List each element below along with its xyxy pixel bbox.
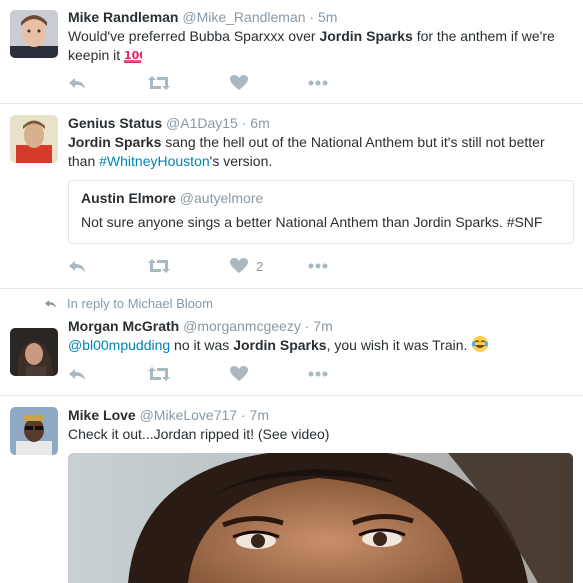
like-button[interactable]: [230, 73, 248, 93]
separator-dot: ·: [240, 407, 246, 423]
retweet-button[interactable]: [148, 73, 170, 93]
quoted-tweet-text: Not sure anyone sings a better National …: [81, 214, 543, 230]
handle[interactable]: @MikeLove717: [140, 407, 238, 423]
tweet: Mike Randleman @Mike_Randleman · 5m Woul…: [0, 0, 583, 104]
reply-icon: [69, 261, 85, 272]
handle[interactable]: @A1Day15: [166, 115, 238, 131]
display-name[interactable]: Genius Status: [68, 115, 162, 131]
timestamp[interactable]: 5m: [318, 9, 337, 25]
reply-button[interactable]: [68, 256, 86, 276]
quoted-tweet-header: Austin Elmore @autyelmore: [81, 190, 263, 206]
more-button[interactable]: [308, 73, 328, 93]
face-with-tears-of-joy-emoji: [471, 335, 489, 358]
hundred-points-emoji: 100: [124, 47, 147, 68]
tweet-text: Check it out...Jordan ripped it! (See vi…: [68, 426, 330, 442]
separator-dot: ·: [241, 115, 247, 131]
separator-dot: ·: [304, 318, 310, 334]
reply-button[interactable]: [68, 364, 86, 384]
avatar[interactable]: [10, 328, 58, 376]
reply-arrow-icon: [45, 300, 56, 308]
quoted-tweet[interactable]: Austin Elmore @autyelmore Not sure anyon…: [68, 180, 574, 244]
tweet-header: Genius Status @A1Day15 · 6m: [68, 115, 270, 131]
reply-button[interactable]: [68, 73, 86, 93]
handle[interactable]: @Mike_Randleman: [182, 9, 305, 25]
svg-text:100: 100: [124, 49, 142, 62]
like-button[interactable]: 2: [230, 256, 263, 276]
timestamp[interactable]: 7m: [313, 318, 332, 334]
retweet-button[interactable]: [148, 364, 170, 384]
retweet-icon: [148, 76, 170, 90]
tweet-actions: 2: [68, 256, 368, 276]
more-button[interactable]: [308, 256, 328, 276]
separator-dot: ·: [309, 9, 315, 25]
retweet-icon: [148, 259, 170, 273]
like-button[interactable]: [230, 364, 248, 384]
timestamp[interactable]: 7m: [250, 407, 269, 423]
more-dots-icon: [308, 80, 328, 86]
media-photo[interactable]: [68, 453, 573, 583]
quoted-handle: @autyelmore: [179, 190, 264, 206]
tweet-text: Jordin Sparks sang the hell out of the N…: [68, 134, 545, 169]
tweet-header: Mike Randleman @Mike_Randleman · 5m: [68, 9, 337, 25]
tweet: Genius Status @A1Day15 · 6m Jordin Spark…: [0, 104, 583, 289]
tweet: In reply to Michael Bloom Morgan McGrath…: [0, 289, 583, 396]
more-dots-icon: [308, 263, 328, 269]
more-button[interactable]: [308, 364, 328, 384]
avatar[interactable]: [10, 115, 58, 163]
tweet: Mike Love @MikeLove717 · 7m Check it out…: [0, 396, 583, 583]
tweet-header: Mike Love @MikeLove717 · 7m: [68, 407, 269, 423]
avatar[interactable]: [10, 407, 58, 455]
tweet-text: Would've preferred Bubba Sparxxx over Jo…: [68, 27, 573, 68]
display-name[interactable]: Mike Love: [68, 407, 136, 423]
photo-of-woman-face: [68, 453, 573, 583]
tweet-text: @bl00mpudding no it was Jordin Sparks, y…: [68, 335, 573, 358]
heart-icon: [230, 258, 248, 273]
tweet-actions: [68, 364, 368, 384]
avatar[interactable]: [10, 10, 58, 58]
reply-context[interactable]: In reply to Michael Bloom: [44, 296, 213, 311]
retweet-button[interactable]: [148, 256, 170, 276]
display-name[interactable]: Mike Randleman: [68, 9, 178, 25]
heart-icon: [230, 75, 248, 90]
heart-icon: [230, 366, 248, 381]
mention-link[interactable]: @bl00mpudding: [68, 337, 170, 353]
display-name[interactable]: Morgan McGrath: [68, 318, 179, 334]
reply-context-label: In reply to Michael Bloom: [67, 296, 213, 311]
retweet-icon: [148, 367, 170, 381]
more-dots-icon: [308, 371, 328, 377]
tweet-header: Morgan McGrath @morganmcgeezy · 7m: [68, 318, 333, 334]
tweet-actions: [68, 73, 368, 93]
quoted-display-name: Austin Elmore: [81, 190, 176, 206]
timestamp[interactable]: 6m: [250, 115, 269, 131]
reply-icon: [69, 369, 85, 380]
hashtag-link[interactable]: #WhitneyHouston: [99, 153, 210, 169]
reply-icon: [69, 78, 85, 89]
like-count: 2: [256, 258, 264, 274]
handle[interactable]: @morganmcgeezy: [183, 318, 301, 334]
